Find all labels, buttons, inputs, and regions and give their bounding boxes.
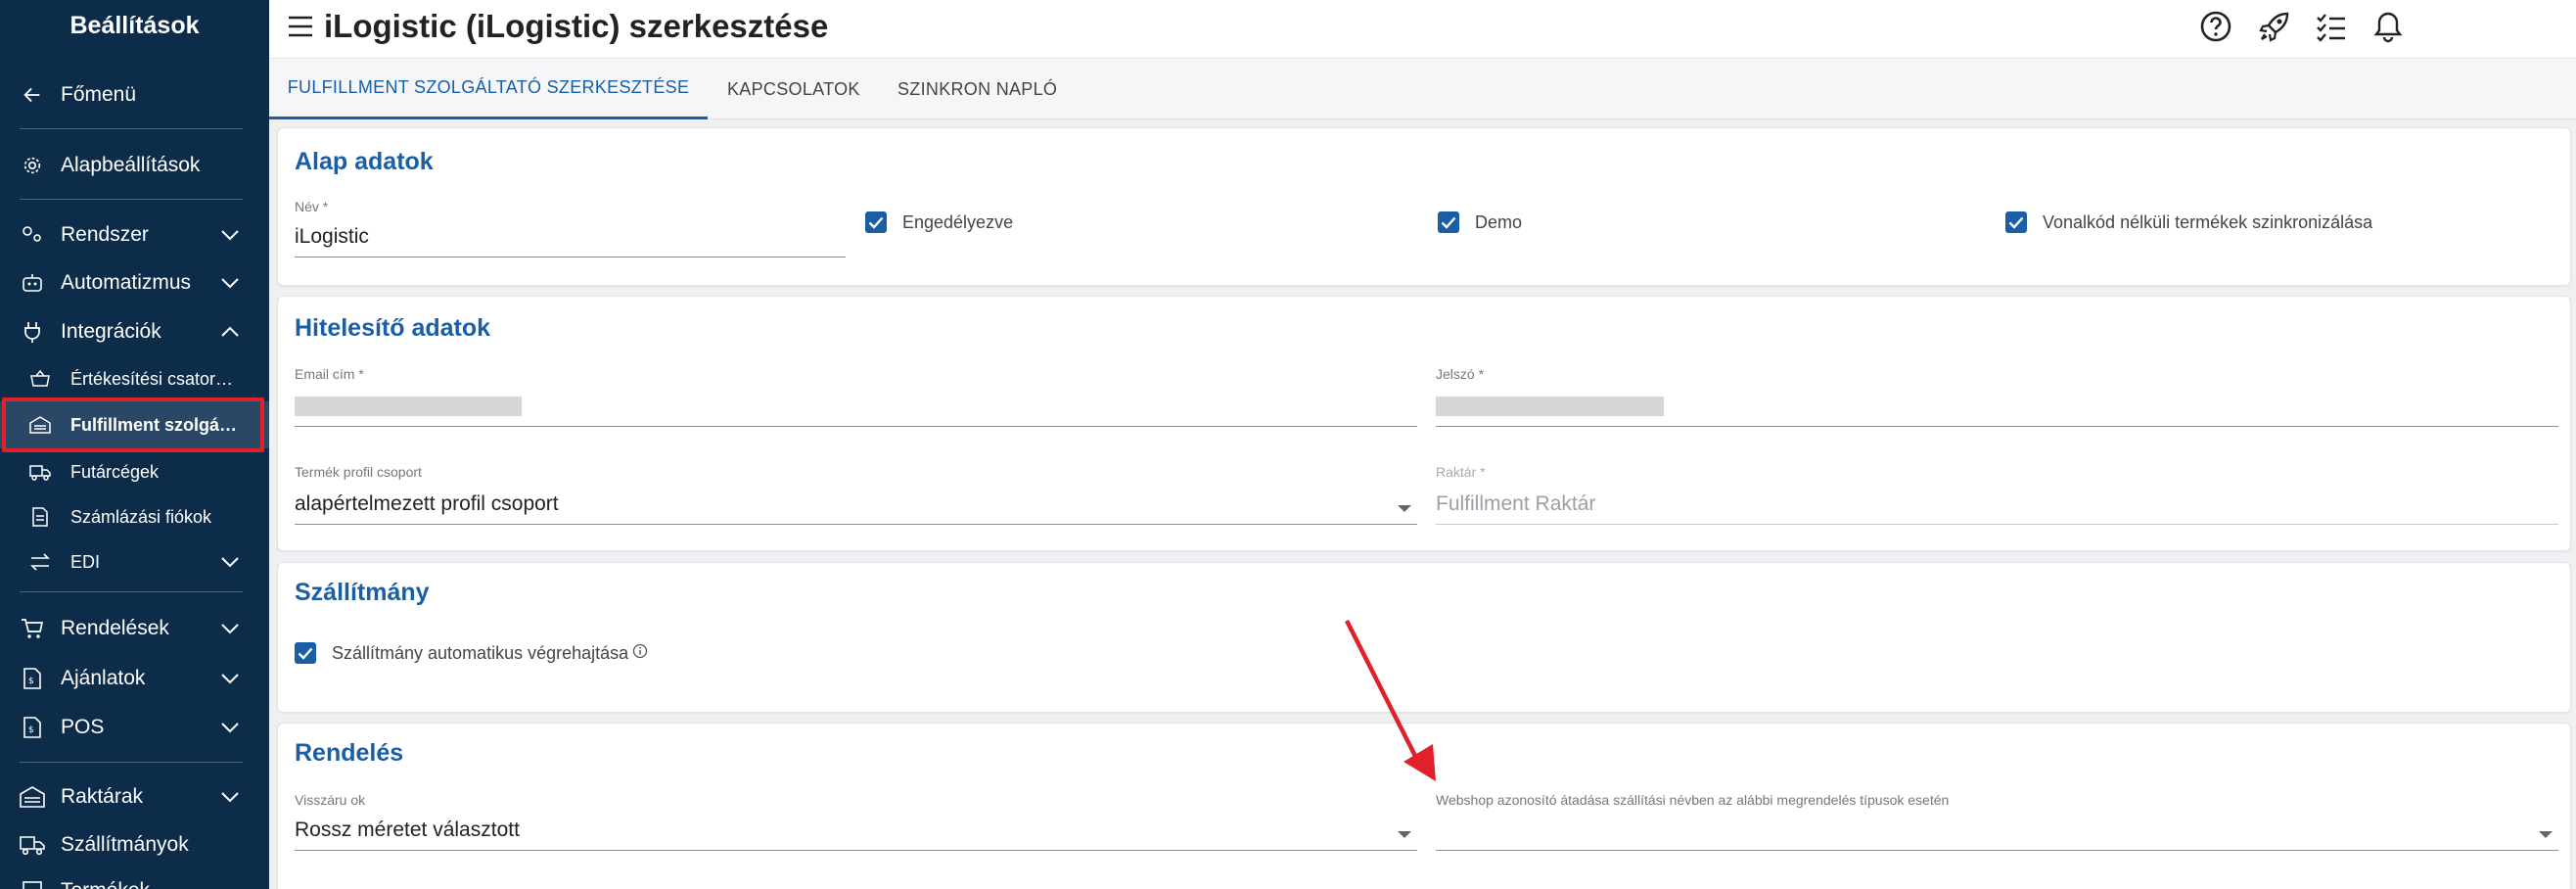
checkmark-icon: [295, 642, 316, 664]
sidebar: Beállítások Főmenü Alapbeállítások Rends…: [0, 0, 269, 889]
masked-value: [295, 397, 522, 416]
sidebar-item-edi[interactable]: EDI: [0, 545, 269, 579]
sidebar-divider: [20, 128, 243, 129]
password-field[interactable]: Jelszó *: [1436, 366, 2558, 427]
bell-icon[interactable]: [2371, 10, 2405, 43]
plug-icon: [20, 319, 45, 345]
box-icon: [20, 878, 45, 889]
sidebar-item-basic[interactable]: Alapbeállítások: [0, 149, 269, 182]
tab-connections[interactable]: KAPCSOLATOK: [727, 59, 860, 119]
svg-text:$: $: [28, 677, 34, 686]
auto-exec-checkbox[interactable]: Szállítmány automatikus végrehajtása: [295, 642, 648, 664]
sidebar-divider: [20, 199, 243, 200]
sidebar-divider: [20, 762, 243, 763]
card-title: Alap adatok: [295, 148, 434, 175]
checkmark-icon: [2005, 211, 2027, 233]
sidebar-item-integrations[interactable]: Integrációk: [0, 315, 269, 349]
name-field[interactable]: Név * iLogistic: [295, 199, 846, 257]
sidebar-item-shipments[interactable]: Szállítmányok: [0, 828, 269, 862]
sidebar-item-couriers[interactable]: Futárcégek: [0, 455, 269, 489]
sidebar-item-orders[interactable]: Rendelések: [0, 612, 269, 645]
sidebar-divider: [20, 591, 243, 592]
card-title: Szállítmány: [295, 579, 430, 606]
warehouse-icon: [29, 414, 51, 436]
sidebar-item-fulfillment[interactable]: Fulfillment szolgá…: [0, 401, 269, 448]
sidebar-item-pos[interactable]: $ POS: [0, 711, 269, 744]
truck-icon: [29, 461, 51, 483]
enabled-checkbox[interactable]: Engedélyezve: [865, 211, 1013, 233]
checkmark-icon: [865, 211, 887, 233]
document-icon: [29, 506, 51, 528]
sidebar-item-back[interactable]: Főmenü: [0, 78, 269, 112]
email-field[interactable]: Email cím *: [295, 366, 1417, 427]
info-icon[interactable]: [632, 643, 648, 664]
top-bar: iLogistic (iLogistic) szerkesztése: [269, 0, 2576, 59]
chevron-down-icon: [220, 223, 240, 247]
swap-arrows-icon: [29, 551, 51, 573]
sidebar-item-offers[interactable]: $ Ajánlatok: [0, 662, 269, 695]
product-profile-select[interactable]: Termék profil csoport alapértelmezett pr…: [295, 464, 1417, 525]
rocket-icon[interactable]: [2258, 10, 2291, 43]
sidebar-title: Beállítások: [69, 11, 200, 39]
chevron-down-icon: [220, 716, 240, 739]
checkmark-icon: [1438, 211, 1459, 233]
chevron-down-icon: [220, 552, 240, 573]
warehouse-field: Raktár * Fulfillment Raktár: [1436, 464, 2558, 525]
tab-sync-log[interactable]: SZINKRON NAPLÓ: [897, 59, 1057, 119]
card-title: Rendelés: [295, 739, 404, 767]
tab-bar: FULFILLMENT SZOLGÁLTATÓ SZERKESZTÉSE KAP…: [269, 59, 2576, 119]
settings-sliders-icon: [20, 222, 45, 248]
chevron-down-icon: [220, 617, 240, 640]
cart-icon: [20, 616, 45, 641]
svg-text:$: $: [28, 725, 34, 735]
chevron-down-icon: [220, 271, 240, 295]
arrow-left-icon: [20, 82, 45, 108]
annotation-arrow-icon: [1344, 619, 1436, 781]
robot-icon: [20, 270, 45, 296]
sync-barcode-checkbox[interactable]: Vonalkód nélküli termékek szinkronizálás…: [2005, 211, 2372, 233]
sidebar-item-billing[interactable]: Számlázási fiókok: [0, 500, 269, 534]
dropdown-arrow-icon: [1398, 505, 1411, 512]
dropdown-arrow-icon: [2539, 831, 2553, 838]
document-dollar-icon: $: [20, 715, 45, 740]
sidebar-item-system[interactable]: Rendszer: [0, 218, 269, 252]
basket-icon: [29, 368, 51, 390]
menu-icon[interactable]: [287, 14, 314, 39]
help-icon[interactable]: [2199, 10, 2232, 43]
sidebar-item-sales-channels[interactable]: Értékesítési csator…: [0, 362, 269, 396]
card-basic-data: Alap adatok Név * iLogistic Engedélyezve…: [277, 127, 2571, 286]
tab-fulfillment-edit[interactable]: FULFILLMENT SZOLGÁLTATÓ SZERKESZTÉSE: [269, 59, 708, 119]
demo-checkbox[interactable]: Demo: [1438, 211, 1522, 233]
masked-value: [1436, 397, 1664, 416]
page-title: iLogistic (iLogistic) szerkesztése: [324, 8, 829, 44]
sidebar-item-automation[interactable]: Automatizmus: [0, 266, 269, 300]
card-auth-data: Hitelesítő adatok Email cím * Jelszó * T…: [277, 296, 2571, 551]
webshop-id-select[interactable]: Webshop azonosító átadása szállítási név…: [1436, 792, 2558, 851]
chevron-down-icon: [220, 667, 240, 690]
checklist-icon[interactable]: [2315, 10, 2348, 43]
chevron-down-icon: [220, 785, 240, 809]
truck-icon: [20, 832, 45, 858]
sidebar-item-warehouses[interactable]: Raktárak: [0, 780, 269, 814]
dropdown-arrow-icon: [1398, 831, 1411, 838]
document-dollar-icon: $: [20, 666, 45, 691]
chevron-up-icon: [220, 320, 240, 344]
return-reason-select[interactable]: Visszáru ok Rossz méretet választott: [295, 792, 1417, 851]
sidebar-item-products[interactable]: Termékek: [0, 874, 269, 889]
gear-icon: [20, 153, 45, 178]
card-title: Hitelesítő adatok: [295, 314, 491, 342]
warehouse-icon: [20, 784, 45, 810]
